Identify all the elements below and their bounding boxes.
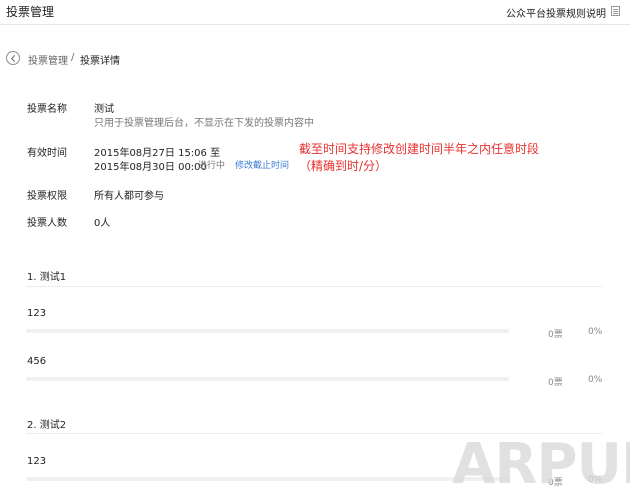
- option-progress-bar: [26, 477, 509, 481]
- participant-count-label: 投票人数: [27, 218, 67, 229]
- option-percent: 0%: [588, 375, 603, 385]
- option-label: 123: [27, 308, 47, 319]
- question-title: 1. 测试1: [27, 272, 67, 283]
- breadcrumb-parent-link[interactable]: 投票管理: [28, 52, 68, 67]
- back-arrow-circle-icon[interactable]: [6, 51, 20, 65]
- site-watermark: ARPUN.COM: [452, 432, 630, 496]
- option-progress-bar: [26, 329, 509, 333]
- valid-time-label: 有效时间: [27, 148, 67, 159]
- option-percent: 0%: [588, 327, 603, 337]
- breadcrumb-separator: /: [71, 52, 75, 63]
- vote-detail-page: 投票管理 公众平台投票规则说明 投票管理 / 投票详情 投票名称 测试 只用于投…: [0, 0, 630, 496]
- vote-status: 进行中: [198, 161, 226, 171]
- vote-name-value: 测试: [94, 104, 114, 115]
- option-votes: 0票: [548, 378, 563, 388]
- permission-value: 所有人都可参与: [94, 191, 164, 202]
- annotation-line-1: 截至时间支持修改创建时间半年之内任意时段: [299, 142, 540, 156]
- question-title: 2. 测试2: [27, 420, 67, 431]
- vote-name-note: 只用于投票管理后台，不显示在下发的投票内容中: [94, 118, 314, 129]
- option-votes: 0票: [548, 330, 563, 340]
- page-title: 投票管理: [6, 5, 55, 19]
- permission-label: 投票权限: [27, 191, 67, 202]
- question-divider: [26, 286, 603, 287]
- participant-count-value: 0人: [94, 218, 111, 229]
- breadcrumb-current: 投票详情: [80, 56, 120, 67]
- valid-time-end: 2015年08月30日 00:00: [94, 162, 207, 173]
- document-icon[interactable]: [611, 6, 620, 16]
- page-header: 投票管理 公众平台投票规则说明: [0, 0, 630, 25]
- option-label: 123: [27, 456, 47, 467]
- vote-name-label: 投票名称: [27, 104, 67, 115]
- option-progress-bar: [26, 377, 509, 381]
- valid-time-start: 2015年08月27日 15:06 至: [94, 148, 221, 159]
- rules-help-link[interactable]: 公众平台投票规则说明: [506, 5, 606, 20]
- option-label: 456: [27, 356, 47, 367]
- edit-deadline-link[interactable]: 修改截止时间: [235, 158, 289, 171]
- annotation-line-2: （精确到时/分）: [299, 159, 388, 173]
